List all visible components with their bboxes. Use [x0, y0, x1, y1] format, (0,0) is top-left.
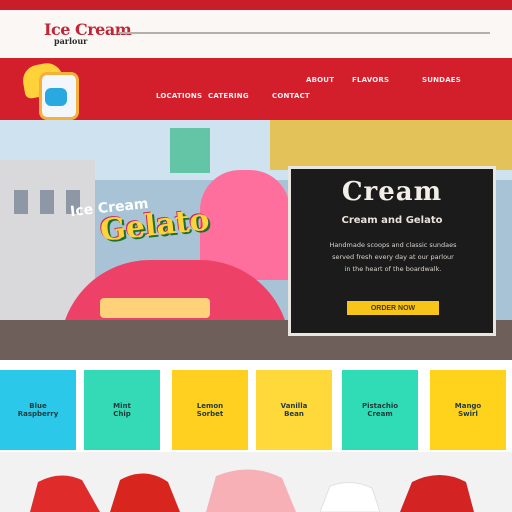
hero-awning: [270, 120, 512, 170]
brand-badge-icon[interactable]: [17, 60, 79, 120]
flavor-tile[interactable]: Mint Chip: [84, 370, 160, 450]
flavor-tiles: Blue Raspberry Mint Chip Lemon Sorbet Va…: [0, 362, 512, 452]
hero-window: [40, 190, 54, 214]
flavor-tile[interactable]: Mango Swirl: [430, 370, 506, 450]
nav-item-sundaes[interactable]: SUNDAES: [422, 76, 461, 84]
flavor-name: Blue Raspberry: [17, 402, 59, 418]
top-header: Ice Cream parlour: [0, 0, 512, 58]
card-text-line: in the heart of the boardwalk.: [344, 265, 442, 273]
search-bar[interactable]: [118, 32, 490, 34]
nav-item-locations[interactable]: LOCATIONS: [156, 92, 202, 100]
raspberry-scoop-icon: [400, 475, 474, 512]
scoops-strip: [0, 452, 512, 512]
flavor-tile[interactable]: Pistachio Cream: [342, 370, 418, 450]
nav-item-catering[interactable]: CATERING: [208, 92, 249, 100]
flavor-tile[interactable]: Vanilla Bean: [256, 370, 332, 450]
hero-green-sign: [170, 128, 210, 173]
cherry-scoop-icon: [110, 473, 180, 512]
card-title: Cream: [341, 177, 443, 207]
vanilla-scoop-icon: [319, 482, 381, 512]
flavor-tile[interactable]: Blue Raspberry: [0, 370, 76, 450]
hero-shop-sign: [100, 298, 210, 318]
order-now-button[interactable]: ORDER NOW: [347, 301, 439, 315]
strawberry-scoop-icon: [30, 475, 100, 512]
card-text-line: Handmade scoops and classic sundaes: [329, 241, 457, 249]
flavor-name: Lemon Sorbet: [196, 402, 224, 418]
card-subtitle: Cream and Gelato: [341, 215, 443, 226]
flavor-name: Mint Chip: [113, 402, 131, 418]
flavor-name: Vanilla Bean: [280, 402, 308, 418]
hero-window: [14, 190, 28, 214]
flavor-name: Mango Swirl: [454, 402, 482, 418]
page: Ice Cream parlour ABOUT FLAVORS SUNDAES …: [0, 0, 512, 512]
bubblegum-scoop-icon: [206, 469, 296, 512]
flavor-tile[interactable]: Lemon Sorbet: [172, 370, 248, 450]
nav-item-contact[interactable]: CONTACT: [272, 92, 310, 100]
scoops-illustration: [30, 469, 474, 512]
card-text-line: served fresh every day at our parlour: [332, 253, 454, 261]
hero-info-card: Cream Cream and Gelato Handmade scoops a…: [288, 166, 496, 336]
nav-item-about[interactable]: ABOUT: [306, 76, 334, 84]
header-top-stripe: [0, 0, 512, 10]
flavor-name: Pistachio Cream: [361, 402, 399, 418]
nav-item-flavors[interactable]: FLAVORS: [352, 76, 389, 84]
